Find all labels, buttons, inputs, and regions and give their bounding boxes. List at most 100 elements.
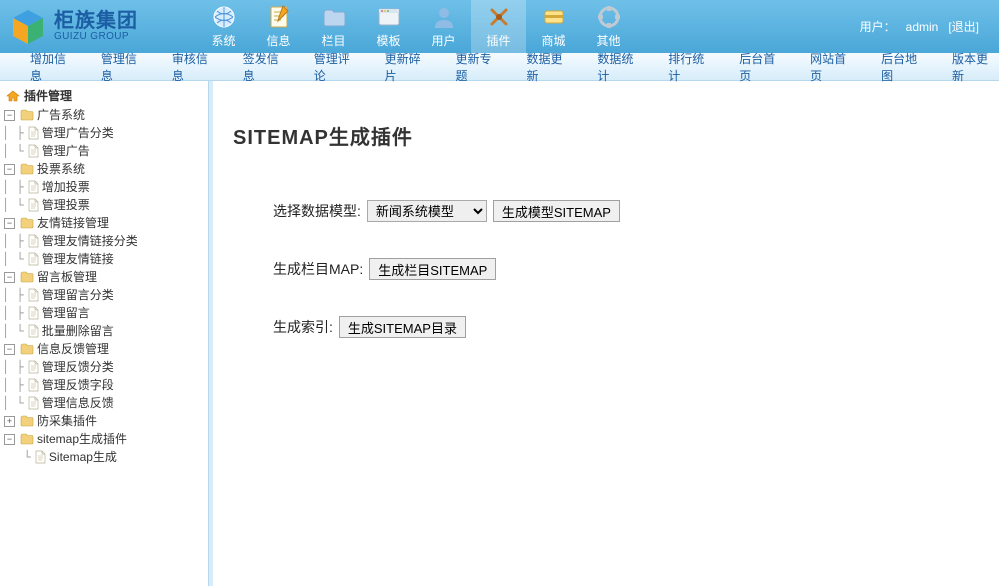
subnav-item[interactable]: 更新碎片: [385, 50, 432, 84]
tree-item[interactable]: │ ├管理友情链接分类: [2, 232, 206, 250]
tree-group[interactable]: + 防采集插件: [2, 412, 206, 430]
tree-group[interactable]: − 留言板管理: [2, 268, 206, 286]
subnav-item[interactable]: 增加信息: [30, 50, 77, 84]
collapse-icon[interactable]: −: [4, 434, 15, 445]
tree-item-label[interactable]: 管理友情链接分类: [42, 232, 138, 250]
tree-item[interactable]: │ └管理友情链接: [2, 250, 206, 268]
tree-item[interactable]: │ └管理广告: [2, 142, 206, 160]
logo-area: 柜族集团 GUIZU GROUP: [0, 0, 196, 53]
subnav-item[interactable]: 网站首页: [810, 50, 857, 84]
collapse-icon[interactable]: −: [4, 218, 15, 229]
subnav-item[interactable]: 排行统计: [668, 50, 715, 84]
tab-label: 商城: [541, 32, 565, 49]
tree-item-label[interactable]: 批量删除留言: [42, 322, 114, 340]
collapse-icon[interactable]: −: [4, 110, 15, 121]
btn-gen-model-sitemap[interactable]: 生成模型SITEMAP: [493, 200, 620, 222]
tree-item-label[interactable]: 管理反馈字段: [42, 376, 114, 394]
subnav: 增加信息管理信息审核信息签发信息管理评论更新碎片更新专题数据更新数据统计排行统计…: [0, 53, 999, 81]
tree-item[interactable]: │ └批量删除留言: [2, 322, 206, 340]
tree-item[interactable]: │ ├管理反馈字段: [2, 376, 206, 394]
subnav-item[interactable]: 管理信息: [101, 50, 148, 84]
tree-group[interactable]: − 信息反馈管理: [2, 340, 206, 358]
subnav-item[interactable]: 更新专题: [456, 50, 503, 84]
subnav-item[interactable]: 数据更新: [526, 50, 573, 84]
tree-item-label[interactable]: 管理留言: [42, 304, 90, 322]
tree-item-label[interactable]: 管理信息反馈: [42, 394, 114, 412]
tree-group-label[interactable]: 防采集插件: [37, 412, 97, 430]
tree-item-label[interactable]: 管理留言分类: [42, 286, 114, 304]
tree-item[interactable]: │ └管理信息反馈: [2, 394, 206, 412]
user-label: 用户：: [860, 18, 896, 35]
tab-template[interactable]: 模板: [361, 0, 416, 53]
tree-item[interactable]: │ ├管理广告分类: [2, 124, 206, 142]
collapse-icon[interactable]: −: [4, 164, 15, 175]
tree-item-label[interactable]: Sitemap生成: [49, 448, 117, 466]
expand-icon[interactable]: +: [4, 416, 15, 427]
tree-group[interactable]: − sitemap生成插件: [2, 430, 206, 448]
file-icon: [27, 144, 39, 158]
btn-gen-column-sitemap[interactable]: 生成栏目SITEMAP: [369, 258, 496, 280]
workspace: 插件管理 −广告系统│ ├管理广告分类│ └管理广告−投票系统│ ├增加投票│ …: [0, 81, 999, 586]
subnav-item[interactable]: 后台首页: [739, 50, 786, 84]
tree-group[interactable]: − 友情链接管理: [2, 214, 206, 232]
subnav-item[interactable]: 签发信息: [243, 50, 290, 84]
tree-item[interactable]: │ ├增加投票: [2, 178, 206, 196]
tree-group-label[interactable]: 信息反馈管理: [37, 340, 109, 358]
tree-item[interactable]: └Sitemap生成: [2, 448, 206, 466]
label-column: 生成栏目MAP:: [273, 259, 363, 279]
tree: 插件管理 −广告系统│ ├管理广告分类│ └管理广告−投票系统│ ├增加投票│ …: [2, 85, 206, 466]
subnav-item[interactable]: 版本更新: [952, 50, 999, 84]
file-icon: [27, 378, 39, 392]
tree-item[interactable]: │ ├管理留言分类: [2, 286, 206, 304]
main-tabs: 系统信息栏目模板用户插件商城其他: [196, 0, 860, 53]
subnav-item[interactable]: 审核信息: [172, 50, 219, 84]
tree-group-label[interactable]: 留言板管理: [37, 268, 97, 286]
user-name: admin: [906, 20, 939, 34]
tree-root: 插件管理: [2, 85, 206, 106]
tree-item-label[interactable]: 管理广告: [42, 142, 90, 160]
sidebar: 插件管理 −广告系统│ ├管理广告分类│ └管理广告−投票系统│ ├增加投票│ …: [0, 81, 209, 586]
tree-item[interactable]: │ ├管理反馈分类: [2, 358, 206, 376]
select-model[interactable]: 新闻系统模型: [367, 200, 487, 222]
tab-other[interactable]: 其他: [581, 0, 636, 53]
tab-column[interactable]: 栏目: [306, 0, 361, 53]
tree-root-label: 插件管理: [24, 87, 72, 104]
folder-icon: [20, 433, 34, 445]
subnav-item[interactable]: 数据统计: [597, 50, 644, 84]
folder-icon: [20, 109, 34, 121]
tab-plugin[interactable]: 插件: [471, 0, 526, 53]
file-icon: [34, 450, 46, 464]
tab-user[interactable]: 用户: [416, 0, 471, 53]
folder-icon: [20, 271, 34, 283]
tab-mall[interactable]: 商城: [526, 0, 581, 53]
subnav-item[interactable]: 后台地图: [881, 50, 928, 84]
file-icon: [27, 180, 39, 194]
collapse-icon[interactable]: −: [4, 344, 15, 355]
logout-link[interactable]: [退出]: [948, 18, 979, 35]
tree-group[interactable]: − 投票系统: [2, 160, 206, 178]
tree-group-label[interactable]: 投票系统: [37, 160, 85, 178]
tab-system[interactable]: 系统: [196, 0, 251, 53]
tab-label: 用户: [431, 32, 455, 49]
tree-item-label[interactable]: 管理友情链接: [42, 250, 114, 268]
tree-item-label[interactable]: 管理广告分类: [42, 124, 114, 142]
logo-text: 柜族集团 GUIZU GROUP: [54, 11, 138, 43]
row-index: 生成索引: 生成SITEMAP目录: [273, 316, 979, 338]
tree-group[interactable]: − 广告系统: [2, 106, 206, 124]
tree-item-label[interactable]: 管理投票: [42, 196, 90, 214]
btn-gen-sitemap-index[interactable]: 生成SITEMAP目录: [339, 316, 466, 338]
folder-icon: [20, 217, 34, 229]
tree-item-label[interactable]: 管理反馈分类: [42, 358, 114, 376]
collapse-icon[interactable]: −: [4, 272, 15, 283]
label-index: 生成索引:: [273, 317, 333, 337]
tab-label: 栏目: [321, 32, 345, 49]
tree-group-label[interactable]: 友情链接管理: [37, 214, 109, 232]
tree-item[interactable]: │ ├管理留言: [2, 304, 206, 322]
tab-info[interactable]: 信息: [251, 0, 306, 53]
tree-item-label[interactable]: 增加投票: [42, 178, 90, 196]
tree-item[interactable]: │ └管理投票: [2, 196, 206, 214]
tree-group-label[interactable]: sitemap生成插件: [37, 430, 127, 448]
tree-group-label[interactable]: 广告系统: [37, 106, 85, 124]
subnav-item[interactable]: 管理评论: [314, 50, 361, 84]
brand-en: GUIZU GROUP: [54, 32, 138, 43]
